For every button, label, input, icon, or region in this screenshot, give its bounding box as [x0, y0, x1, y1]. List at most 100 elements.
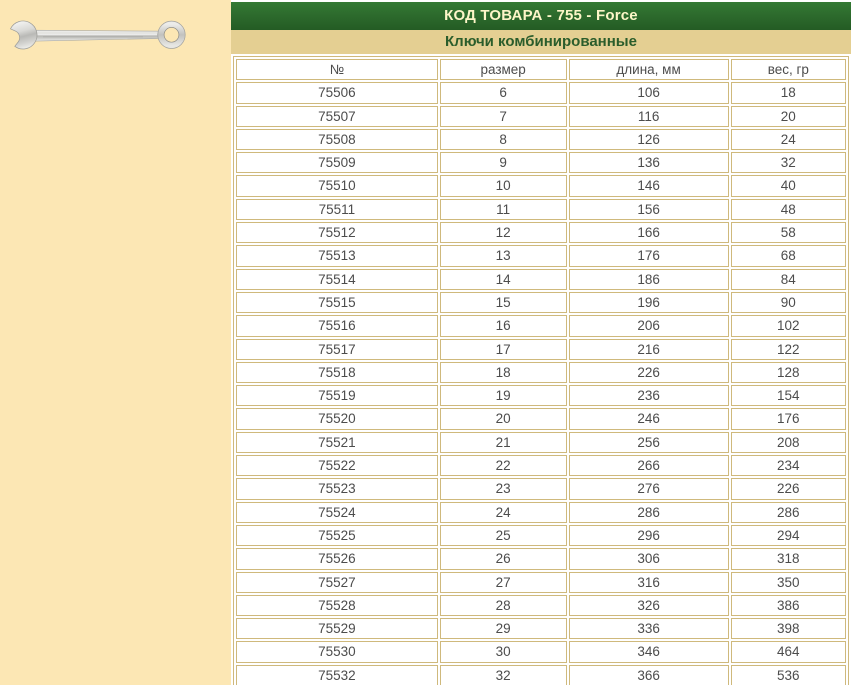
- cell-length-mm: 106: [569, 82, 729, 103]
- cell-code: 75532: [236, 665, 438, 685]
- cell-length-mm: 166: [569, 222, 729, 243]
- cell-size: 12: [440, 222, 567, 243]
- cell-size: 32: [440, 665, 567, 685]
- cell-weight-g: 18: [731, 82, 846, 103]
- cell-length-mm: 146: [569, 175, 729, 196]
- cell-length-mm: 276: [569, 478, 729, 499]
- cell-weight-g: 294: [731, 525, 846, 546]
- cell-weight-g: 226: [731, 478, 846, 499]
- table-row: 7552626306318: [236, 548, 846, 569]
- cell-code: 75506: [236, 82, 438, 103]
- cell-weight-g: 398: [731, 618, 846, 639]
- table-body: 7550661061875507711620755088126247550991…: [236, 82, 846, 685]
- spec-table: № размер длина, мм вес, гр 7550661061875…: [233, 56, 849, 685]
- cell-weight-g: 318: [731, 548, 846, 569]
- table-row: 75507711620: [236, 106, 846, 127]
- table-header-row: № размер длина, мм вес, гр: [236, 59, 846, 80]
- cell-size: 11: [440, 199, 567, 220]
- table-row: 7552020246176: [236, 408, 846, 429]
- table-row: 7552828326386: [236, 595, 846, 616]
- cell-code: 75510: [236, 175, 438, 196]
- cell-size: 8: [440, 129, 567, 150]
- cell-length-mm: 116: [569, 106, 729, 127]
- cell-size: 27: [440, 572, 567, 593]
- cell-size: 14: [440, 269, 567, 290]
- cell-weight-g: 386: [731, 595, 846, 616]
- cell-weight-g: 536: [731, 665, 846, 685]
- cell-length-mm: 346: [569, 641, 729, 662]
- cell-length-mm: 336: [569, 618, 729, 639]
- table-row: 755101014640: [236, 175, 846, 196]
- cell-weight-g: 68: [731, 245, 846, 266]
- cell-code: 75507: [236, 106, 438, 127]
- table-row: 7551616206102: [236, 315, 846, 336]
- cell-weight-g: 208: [731, 432, 846, 453]
- table-row: 75509913632: [236, 152, 846, 173]
- cell-code: 75513: [236, 245, 438, 266]
- cell-size: 19: [440, 385, 567, 406]
- cell-length-mm: 126: [569, 129, 729, 150]
- cell-weight-g: 102: [731, 315, 846, 336]
- cell-code: 75521: [236, 432, 438, 453]
- col-header-length: длина, мм: [569, 59, 729, 80]
- cell-code: 75529: [236, 618, 438, 639]
- cell-length-mm: 246: [569, 408, 729, 429]
- cell-weight-g: 48: [731, 199, 846, 220]
- cell-code: 75526: [236, 548, 438, 569]
- table-row: 7552525296294: [236, 525, 846, 546]
- category-subtitle: Ключи комбинированные: [231, 30, 851, 54]
- cell-length-mm: 206: [569, 315, 729, 336]
- cell-size: 18: [440, 362, 567, 383]
- cell-code: 75518: [236, 362, 438, 383]
- table-row: 755131317668: [236, 245, 846, 266]
- cell-weight-g: 40: [731, 175, 846, 196]
- cell-length-mm: 236: [569, 385, 729, 406]
- cell-code: 75508: [236, 129, 438, 150]
- cell-code: 75519: [236, 385, 438, 406]
- table-row: 7553232366536: [236, 665, 846, 685]
- table-row: 7551919236154: [236, 385, 846, 406]
- cell-weight-g: 154: [731, 385, 846, 406]
- cell-length-mm: 186: [569, 269, 729, 290]
- table-row: 7552121256208: [236, 432, 846, 453]
- cell-weight-g: 128: [731, 362, 846, 383]
- cell-code: 75527: [236, 572, 438, 593]
- cell-size: 16: [440, 315, 567, 336]
- cell-weight-g: 464: [731, 641, 846, 662]
- col-header-weight: вес, гр: [731, 59, 846, 80]
- table-row: 7551717216122: [236, 339, 846, 360]
- cell-code: 75514: [236, 269, 438, 290]
- cell-size: 9: [440, 152, 567, 173]
- cell-length-mm: 176: [569, 245, 729, 266]
- cell-size: 25: [440, 525, 567, 546]
- cell-weight-g: 350: [731, 572, 846, 593]
- cell-weight-g: 122: [731, 339, 846, 360]
- table-row: 755141418684: [236, 269, 846, 290]
- col-header-number: №: [236, 59, 438, 80]
- cell-length-mm: 326: [569, 595, 729, 616]
- cell-size: 30: [440, 641, 567, 662]
- cell-length-mm: 196: [569, 292, 729, 313]
- cell-code: 75528: [236, 595, 438, 616]
- table-row: 7552222266234: [236, 455, 846, 476]
- cell-size: 13: [440, 245, 567, 266]
- content-panel: КОД ТОВАРА - 755 - Force Ключи комбиниро…: [231, 0, 851, 685]
- table-row: 7551818226128: [236, 362, 846, 383]
- cell-size: 22: [440, 455, 567, 476]
- cell-length-mm: 216: [569, 339, 729, 360]
- product-photo: [3, 17, 187, 53]
- cell-length-mm: 226: [569, 362, 729, 383]
- cell-code: 75509: [236, 152, 438, 173]
- cell-code: 75522: [236, 455, 438, 476]
- cell-size: 10: [440, 175, 567, 196]
- cell-code: 75523: [236, 478, 438, 499]
- cell-size: 28: [440, 595, 567, 616]
- cell-size: 24: [440, 502, 567, 523]
- cell-size: 21: [440, 432, 567, 453]
- cell-weight-g: 58: [731, 222, 846, 243]
- cell-code: 75515: [236, 292, 438, 313]
- table-row: 7552727316350: [236, 572, 846, 593]
- cell-code: 75516: [236, 315, 438, 336]
- table-row: 75506610618: [236, 82, 846, 103]
- cell-length-mm: 366: [569, 665, 729, 685]
